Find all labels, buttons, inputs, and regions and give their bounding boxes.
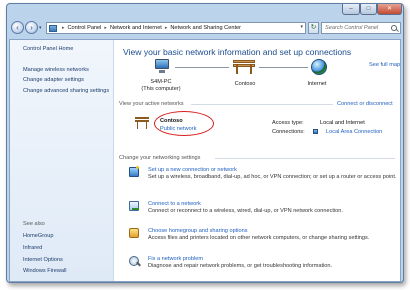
access-type-label: Access type: xyxy=(272,120,304,126)
internet-options-link[interactable]: Internet Options xyxy=(23,257,63,263)
refresh-button[interactable]: ↻ xyxy=(308,22,319,34)
highlight-circle xyxy=(154,111,214,136)
breadcrumb-network-and-internet[interactable]: Network and Internet xyxy=(110,25,162,31)
manage-wireless-networks-link[interactable]: Manage wireless networks xyxy=(23,67,113,74)
address-bar[interactable]: ▸ Control Panel ▸ Network and Internet ▸… xyxy=(46,22,306,34)
breadcrumb-separator[interactable]: ▸ xyxy=(104,25,107,31)
computer-node-label: S4M-PC (This computer) xyxy=(129,79,193,92)
page-title: View your basic network information and … xyxy=(123,47,352,57)
section-divider xyxy=(191,104,333,105)
breadcrumb-separator: ▸ xyxy=(62,25,65,31)
computer-stand-icon xyxy=(159,70,165,73)
search-icon[interactable] xyxy=(391,25,397,31)
networking-settings-heading: Change your networking settings xyxy=(119,155,201,161)
connection-line xyxy=(175,67,229,68)
content-area: Control Panel Home Manage wireless netwo… xyxy=(9,39,401,282)
troubleshoot-icon xyxy=(129,256,139,266)
network-sharing-center-window: – □ ✕ ‹ › ▾ ▸ Control Panel ▸ Network an… xyxy=(6,3,404,283)
internet-node-label: Internet xyxy=(307,81,327,87)
breadcrumb-control-panel[interactable]: Control Panel xyxy=(68,25,102,31)
bench-leg xyxy=(137,121,138,129)
homegroup-link[interactable]: HomeGroup xyxy=(23,233,53,239)
homegroup-sharing-link[interactable]: Choose homegroup and sharing options xyxy=(148,228,248,234)
network-node-label: Contoso xyxy=(234,81,256,87)
bench-leg xyxy=(250,65,252,74)
fix-network-problem-link[interactable]: Fix a network problem xyxy=(148,256,203,262)
change-advanced-sharing-link[interactable]: Change advanced sharing settings xyxy=(23,88,113,95)
active-networks-heading: View your active networks xyxy=(119,101,184,107)
maximize-button[interactable]: □ xyxy=(360,4,377,15)
local-area-connection-icon xyxy=(313,129,318,134)
active-network-bench-icon xyxy=(135,117,149,129)
control-panel-icon xyxy=(49,24,57,32)
bench-leg xyxy=(146,121,147,129)
network-setup-icon xyxy=(129,166,139,177)
back-button[interactable]: ‹ xyxy=(11,21,24,34)
infrared-link[interactable]: Infrared xyxy=(23,245,42,251)
forward-button[interactable]: › xyxy=(25,21,38,34)
see-also-heading: See also xyxy=(23,221,45,227)
homegroup-icon xyxy=(129,228,139,238)
main-pane: View your basic network information and … xyxy=(115,40,402,281)
internet-globe-icon[interactable] xyxy=(311,59,327,75)
see-full-map-link[interactable]: See full map xyxy=(369,62,400,68)
connect-network-description: Connect or reconnect to a wireless, wire… xyxy=(148,208,343,214)
computer-sub-label: (This computer) xyxy=(141,85,181,92)
change-adapter-settings-link[interactable]: Change adapter settings xyxy=(23,77,113,84)
connections-label: Connections: xyxy=(272,129,305,135)
connect-network-link[interactable]: Connect to a network xyxy=(148,201,201,207)
connect-network-icon xyxy=(129,201,139,211)
bench-plank xyxy=(233,60,255,63)
network-bench-icon[interactable] xyxy=(233,60,255,74)
search-placeholder: Search Control Panel xyxy=(325,25,379,31)
navigation-bar: ‹ › ▾ ▸ Control Panel ▸ Network and Inte… xyxy=(7,18,403,38)
section-divider xyxy=(215,158,395,159)
connect-or-disconnect-link[interactable]: Connect or disconnect xyxy=(337,101,393,107)
recent-pages-dropdown-icon[interactable]: ▾ xyxy=(39,25,42,31)
setup-connection-description: Set up a wireless, broadband, dial-up, a… xyxy=(148,174,397,180)
search-input[interactable]: Search Control Panel xyxy=(321,22,401,34)
left-pane: Control Panel Home Manage wireless netwo… xyxy=(10,40,114,281)
breadcrumb-network-sharing-center[interactable]: Network and Sharing Center xyxy=(170,25,241,31)
local-area-connection-link[interactable]: Local Area Connection xyxy=(326,129,382,135)
minimize-button[interactable]: – xyxy=(342,4,360,15)
title-bar: – □ ✕ xyxy=(7,4,403,17)
bench-leg xyxy=(236,65,238,74)
windows-firewall-link[interactable]: Windows Firewall xyxy=(23,268,67,274)
homegroup-sharing-description: Access files and printers located on oth… xyxy=(148,235,370,241)
breadcrumb-separator[interactable]: ▸ xyxy=(165,25,168,31)
bench-plank xyxy=(135,117,149,119)
setup-connection-link[interactable]: Set up a new connection or network xyxy=(148,167,237,173)
access-type-value: Local and Internet xyxy=(320,120,365,126)
computer-screen-icon xyxy=(155,59,169,69)
computer-icon[interactable] xyxy=(153,59,171,74)
control-panel-home-link[interactable]: Control Panel Home xyxy=(23,46,73,52)
address-dropdown-icon[interactable]: ▾ xyxy=(300,24,303,30)
fix-network-problem-description: Diagnose and repair network problems, or… xyxy=(148,263,333,269)
close-button[interactable]: ✕ xyxy=(377,4,402,15)
connection-line xyxy=(259,67,308,68)
